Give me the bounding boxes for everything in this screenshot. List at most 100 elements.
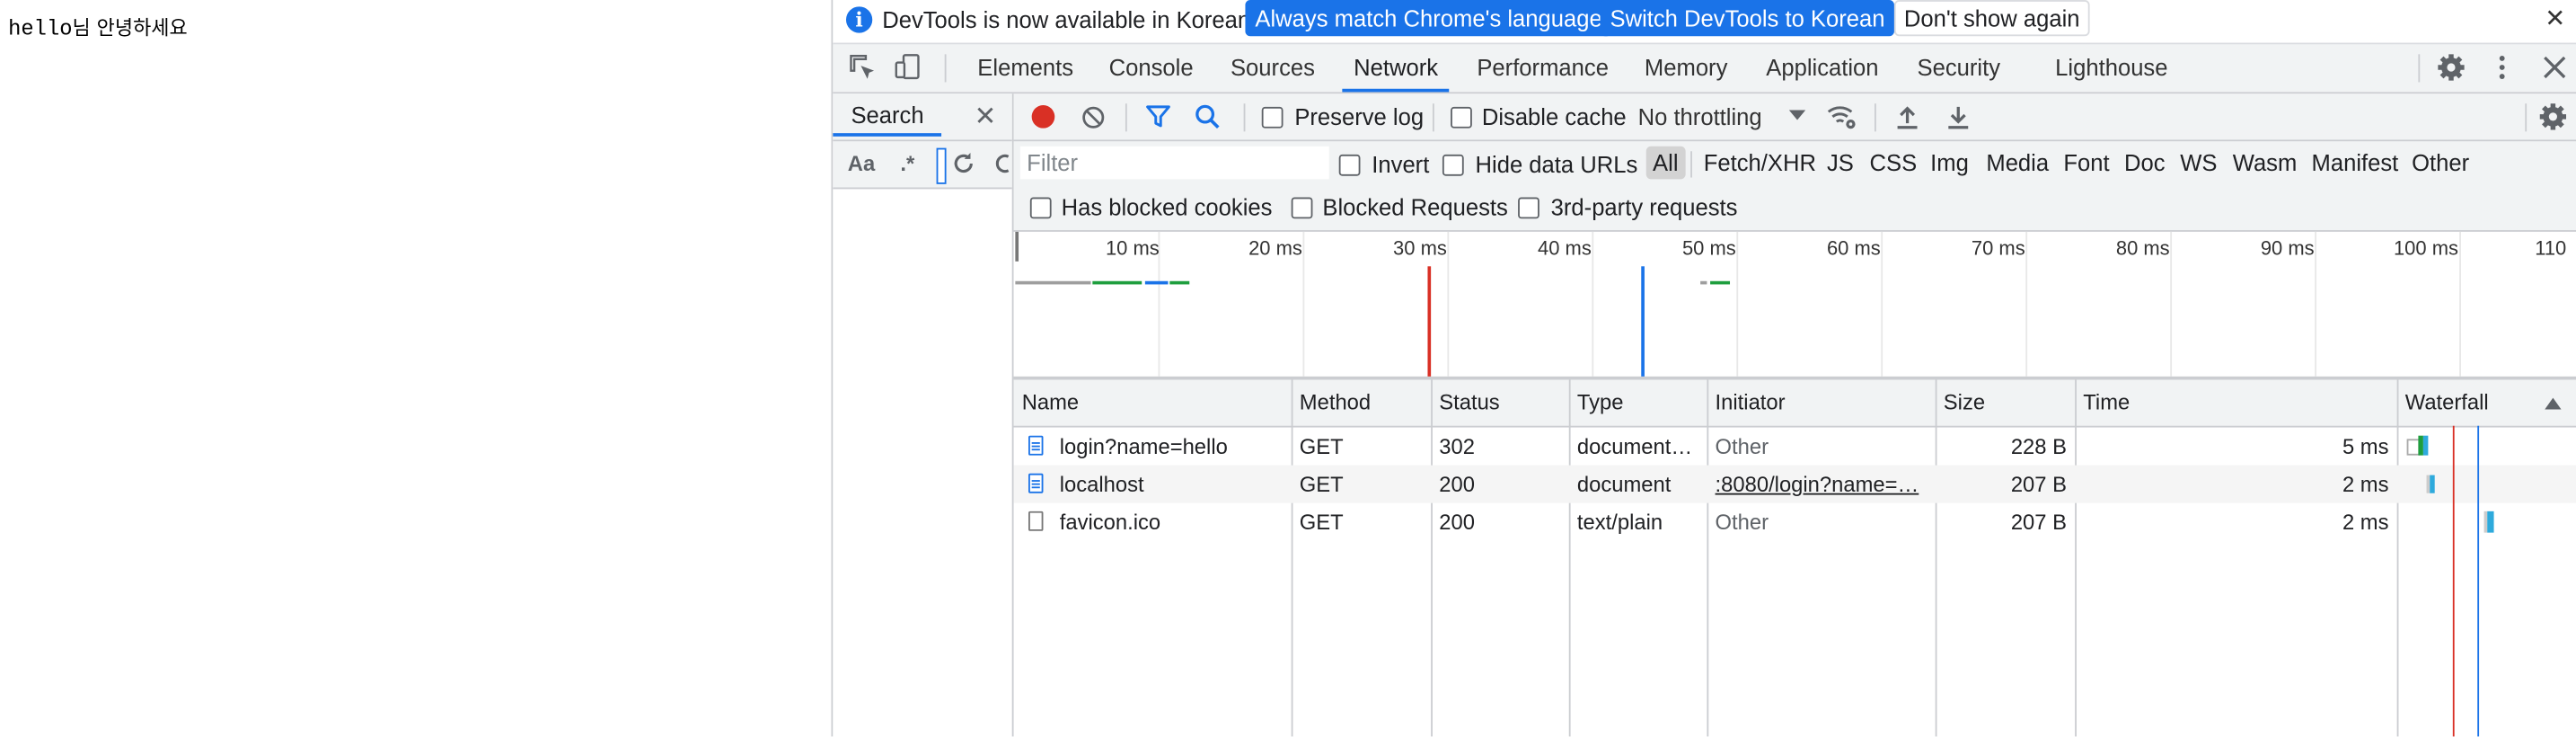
tab-console[interactable]: Console bbox=[1109, 44, 1194, 90]
tab-security[interactable]: Security bbox=[1918, 44, 2001, 90]
waterfall-load-line bbox=[2452, 425, 2455, 737]
close-devtools-icon[interactable] bbox=[2540, 53, 2570, 83]
preserve-log-checkbox[interactable] bbox=[1261, 106, 1284, 129]
search-icon[interactable] bbox=[1195, 103, 1221, 129]
search-panel-header: Search ✕ bbox=[833, 93, 1012, 142]
request-name[interactable]: localhost bbox=[1052, 466, 1290, 503]
request-initiator-link[interactable]: :8080/login?name=… bbox=[1707, 466, 1935, 503]
tabbar-divider bbox=[2418, 54, 2421, 83]
filter-type-other[interactable]: Other bbox=[2412, 147, 2469, 180]
network-overview-timeline[interactable]: 10 ms 20 ms 30 ms 40 ms 50 ms 60 ms 70 m… bbox=[1013, 231, 2576, 380]
record-icon[interactable] bbox=[1031, 105, 1055, 129]
tab-memory[interactable]: Memory bbox=[1645, 44, 1727, 90]
request-name[interactable]: favicon.ico bbox=[1052, 503, 1290, 541]
filter-input[interactable] bbox=[1019, 146, 1329, 180]
devtools-tab-bar: Elements Console Sources Network Perform… bbox=[833, 44, 2576, 94]
column-header-type[interactable]: Type bbox=[1569, 380, 1707, 426]
search-input[interactable] bbox=[936, 147, 947, 184]
request-type: text/plain bbox=[1576, 510, 1663, 535]
request-initiator: Other bbox=[1715, 510, 1769, 535]
overview-gridline bbox=[1592, 231, 1594, 377]
column-header-size[interactable]: Size bbox=[1936, 380, 2075, 426]
filter-type-manifest[interactable]: Manifest bbox=[2312, 147, 2399, 180]
filter-type-js[interactable]: JS bbox=[1827, 147, 1854, 180]
device-toolbar-icon[interactable] bbox=[894, 53, 923, 83]
network-toolbar: Preserve log Disable cache No throttling bbox=[1013, 93, 2576, 142]
info-icon: i bbox=[845, 6, 873, 33]
tab-performance[interactable]: Performance bbox=[1477, 44, 1609, 90]
close-icon[interactable]: ✕ bbox=[2545, 4, 2565, 32]
column-header-name[interactable]: Name bbox=[1014, 380, 1292, 426]
tab-search[interactable]: Search bbox=[833, 93, 942, 137]
more-options-icon[interactable] bbox=[2487, 53, 2517, 83]
column-header-initiator[interactable]: Initiator bbox=[1707, 380, 1935, 426]
table-row[interactable]: favicon.ico GET 200 text/plain Other 207… bbox=[1014, 503, 2576, 541]
filter-type-css[interactable]: CSS bbox=[1869, 147, 1917, 180]
filter-type-media[interactable]: Media bbox=[1986, 147, 2049, 180]
has-blocked-cookies-checkbox[interactable] bbox=[1029, 197, 1052, 219]
overview-tick-label: 110 bbox=[2535, 236, 2567, 260]
toolbar-divider bbox=[1125, 103, 1127, 132]
chevron-down-icon[interactable] bbox=[1788, 110, 1806, 120]
filter-icon[interactable] bbox=[1145, 103, 1171, 129]
invert-label: Invert bbox=[1372, 151, 1430, 178]
filter-type-fetch-xhr[interactable]: Fetch/XHR bbox=[1704, 147, 1816, 180]
request-method: GET bbox=[1299, 433, 1344, 459]
request-initiator: Other bbox=[1715, 433, 1769, 459]
dont-show-again-button[interactable]: Don't show again bbox=[1893, 0, 2090, 37]
domcontentloaded-marker bbox=[1641, 266, 1645, 377]
filter-type-doc[interactable]: Doc bbox=[2124, 147, 2166, 180]
request-size: 207 B bbox=[2010, 471, 2067, 497]
network-settings-gear-icon[interactable] bbox=[2538, 102, 2568, 131]
sort-ascending-icon[interactable] bbox=[2545, 397, 2562, 410]
document-file-icon bbox=[1028, 473, 1044, 493]
disable-cache-label: Disable cache bbox=[1481, 103, 1627, 130]
column-header-method[interactable]: Method bbox=[1292, 380, 1431, 426]
language-infobar: i DevTools is now available in Korean! A… bbox=[833, 0, 2576, 45]
column-header-status[interactable]: Status bbox=[1431, 380, 1569, 426]
request-time: 2 ms bbox=[2342, 510, 2389, 535]
export-har-icon[interactable] bbox=[1946, 103, 1970, 129]
inspect-element-icon[interactable] bbox=[848, 53, 878, 83]
tab-lighthouse[interactable]: Lighthouse bbox=[2055, 44, 2167, 90]
request-name[interactable]: login?name=hello bbox=[1052, 428, 1290, 466]
document-file-icon bbox=[1028, 435, 1044, 456]
hide-data-urls-checkbox[interactable] bbox=[1442, 154, 1464, 176]
always-match-language-button[interactable]: Always match Chrome's language bbox=[1245, 0, 1612, 37]
overview-tick-label: 70 ms bbox=[1971, 236, 2025, 260]
overview-gridline bbox=[2315, 231, 2317, 377]
filter-type-img[interactable]: Img bbox=[1930, 147, 1969, 180]
filter-type-ws[interactable]: WS bbox=[2180, 147, 2217, 180]
regex-button[interactable]: .* bbox=[900, 151, 914, 175]
clear-search-icon[interactable] bbox=[994, 151, 1012, 175]
overview-start-marker bbox=[1015, 231, 1019, 262]
invert-checkbox[interactable] bbox=[1338, 154, 1361, 176]
column-header-time[interactable]: Time bbox=[2075, 380, 2397, 426]
tab-sources[interactable]: Sources bbox=[1231, 44, 1315, 90]
overview-gridline bbox=[1302, 231, 1305, 377]
match-case-button[interactable]: Aa bbox=[848, 151, 875, 175]
tab-elements[interactable]: Elements bbox=[977, 44, 1073, 90]
throttling-select[interactable]: No throttling bbox=[1638, 103, 1762, 129]
import-har-icon[interactable] bbox=[1896, 103, 1919, 129]
refresh-icon[interactable] bbox=[951, 151, 975, 175]
overview-tick-label: 100 ms bbox=[2393, 236, 2458, 260]
disable-cache-checkbox[interactable] bbox=[1451, 106, 1472, 129]
blocked-requests-checkbox[interactable] bbox=[1291, 197, 1313, 219]
tab-network[interactable]: Network bbox=[1342, 44, 1450, 93]
table-row[interactable]: login?name=hello GET 302 document… Other… bbox=[1014, 428, 2576, 466]
clear-log-icon[interactable] bbox=[1081, 105, 1106, 129]
third-party-requests-checkbox[interactable] bbox=[1518, 197, 1539, 219]
filter-type-font[interactable]: Font bbox=[2063, 147, 2109, 180]
filter-type-wasm[interactable]: Wasm bbox=[2233, 147, 2298, 180]
settings-gear-icon[interactable] bbox=[2437, 53, 2466, 83]
overview-tick-label: 20 ms bbox=[1248, 236, 1302, 260]
tab-application[interactable]: Application bbox=[1766, 44, 1878, 90]
requests-table: Name Method Status Type Initiator Size T… bbox=[1013, 379, 2576, 737]
close-icon[interactable]: ✕ bbox=[975, 101, 997, 134]
switch-to-korean-button[interactable]: Switch DevTools to Korean bbox=[1600, 0, 1895, 37]
table-row[interactable]: localhost GET 200 document :8080/login?n… bbox=[1013, 465, 2576, 503]
network-conditions-icon[interactable] bbox=[1825, 102, 1858, 131]
overview-gridline bbox=[1736, 231, 1739, 377]
filter-type-all[interactable]: All bbox=[1645, 146, 1685, 180]
